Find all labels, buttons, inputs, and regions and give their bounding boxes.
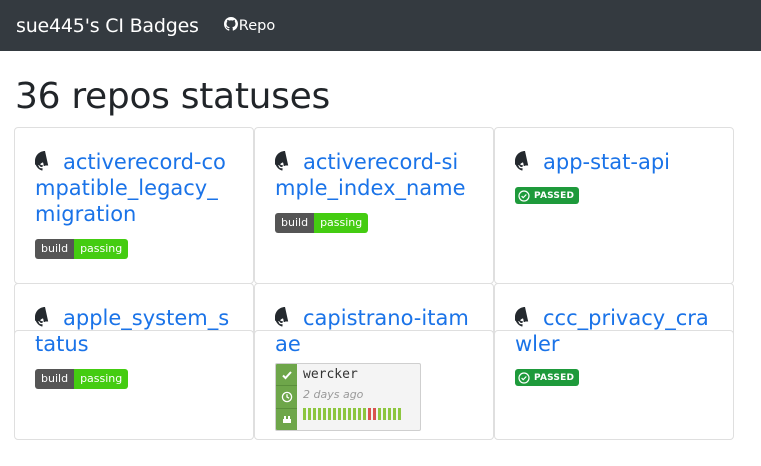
- github-icon: [35, 151, 55, 171]
- repo-card: activerecord-simple_index_name build passi…: [254, 127, 494, 284]
- badge-label: build: [35, 369, 75, 389]
- check-icon: [276, 364, 297, 387]
- page-title: 36 repos statuses: [15, 76, 330, 117]
- repo-link[interactable]: Repo: [223, 16, 276, 35]
- build-steps-icon: [276, 409, 297, 430]
- wercker-sidebar: [276, 364, 297, 430]
- badge-status: passing: [74, 369, 129, 389]
- build-history-bar: [323, 408, 326, 420]
- badge-label: build: [275, 213, 315, 233]
- build-history-bar: [368, 408, 371, 420]
- build-history-bar: [308, 408, 311, 420]
- repo-card-partial: [254, 330, 494, 342]
- github-icon: [223, 16, 239, 35]
- github-icon: [275, 151, 295, 171]
- github-icon: [35, 307, 55, 327]
- repo-name: activerecord-simple_index_name: [275, 150, 466, 200]
- badge-status: PASSED: [534, 190, 575, 201]
- github-icon: [275, 307, 295, 327]
- build-history-bar: [333, 408, 336, 420]
- github-icon: [515, 151, 535, 171]
- github-icon: [515, 307, 535, 327]
- passed-badge[interactable]: PASSED: [515, 187, 580, 204]
- badge-status: PASSED: [534, 372, 575, 383]
- repo-card: app-stat-api PASSED: [494, 127, 734, 284]
- repo-card: ccc_privacy_crawler PASSED: [494, 283, 734, 440]
- build-history-bar: [338, 408, 341, 420]
- build-history: [303, 408, 414, 420]
- build-history-bar: [318, 408, 321, 420]
- build-history-bar: [348, 408, 351, 420]
- build-history-bar: [343, 408, 346, 420]
- badge-status: passing: [74, 239, 129, 259]
- repo-link[interactable]: activerecord-simple_index_name: [275, 149, 473, 201]
- build-history-bar: [363, 408, 366, 420]
- repo-link[interactable]: app-stat-api: [515, 149, 713, 175]
- build-status-badge[interactable]: build passing: [35, 369, 129, 389]
- repo-link[interactable]: activerecord-compatible_legacy_migration: [35, 149, 233, 227]
- wercker-label: wercker: [303, 367, 358, 382]
- top-navbar: sue445's CI Badges Repo: [0, 0, 761, 51]
- site-brand[interactable]: sue445's CI Badges: [16, 15, 199, 37]
- repo-card: activerecord-compatible_legacy_migration…: [14, 127, 254, 284]
- build-history-bar: [398, 408, 401, 420]
- build-status-badge[interactable]: build passing: [35, 239, 129, 259]
- wercker-badge[interactable]: wercker 2 days ago: [275, 363, 421, 431]
- build-history-bar: [393, 408, 396, 420]
- build-history-bar: [303, 408, 306, 420]
- badge-label: build: [35, 239, 75, 259]
- build-history-bar: [358, 408, 361, 420]
- repo-card: capistrano-itamae wercker 2 days ago: [254, 283, 494, 440]
- repo-card-partial: [494, 330, 734, 342]
- build-history-bar: [328, 408, 331, 420]
- clock-icon: [276, 386, 297, 409]
- badge-status: passing: [314, 213, 369, 233]
- wercker-body: wercker 2 days ago: [297, 364, 420, 430]
- repo-name: activerecord-compatible_legacy_migration: [35, 150, 226, 226]
- passed-badge[interactable]: PASSED: [515, 369, 580, 386]
- build-history-bar: [353, 408, 356, 420]
- build-history-bar: [378, 408, 381, 420]
- build-status-badge[interactable]: build passing: [275, 213, 369, 233]
- repo-card-partial: [14, 330, 254, 342]
- last-build-time: 2 days ago: [303, 388, 364, 401]
- build-history-bar: [388, 408, 391, 420]
- repo-link-label: Repo: [238, 17, 276, 34]
- check-circle-icon: [518, 189, 530, 202]
- build-history-bar: [373, 408, 376, 420]
- repo-name: app-stat-api: [543, 150, 670, 174]
- build-history-bar: [313, 408, 316, 420]
- check-circle-icon: [518, 371, 530, 384]
- build-history-bar: [383, 408, 386, 420]
- repo-card: apple_system_status build passing: [14, 283, 254, 440]
